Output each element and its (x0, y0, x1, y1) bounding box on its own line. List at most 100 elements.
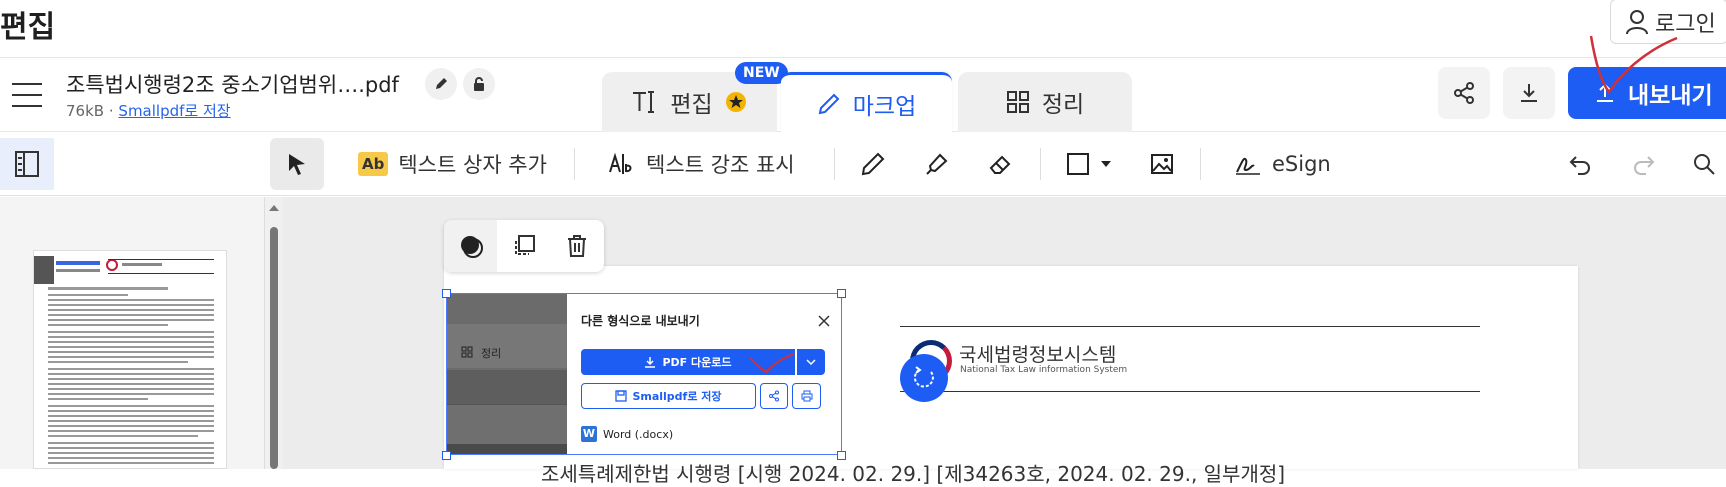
close-icon[interactable] (817, 314, 831, 328)
meta-separator: · (108, 102, 114, 120)
download-pdf-label: PDF 다운로드 (662, 356, 732, 369)
page-thumbnail[interactable] (33, 250, 227, 469)
search-button[interactable] (1692, 138, 1716, 190)
tab-markup-label: 마크업 (852, 93, 917, 120)
undo-button[interactable] (1568, 138, 1592, 190)
share-icon (1454, 82, 1474, 104)
highlight-text-button[interactable]: 텍스트 강조 표시 (608, 138, 795, 190)
esign-label: eSign (1272, 152, 1331, 176)
download-icon (645, 357, 656, 368)
resize-handle-top-left[interactable] (442, 289, 451, 298)
top-bar: 편집 로그인 (0, 0, 1726, 58)
square-shape-icon (1067, 153, 1089, 175)
chevron-down-icon (1101, 161, 1111, 167)
share-icon (769, 390, 779, 402)
tab-edit-label: 편집 (670, 92, 713, 118)
delete-button[interactable] (550, 220, 603, 272)
image-object-toolbar (444, 220, 604, 272)
word-option[interactable]: W Word (.docx) (581, 426, 673, 442)
tab-organize[interactable]: 정리 (958, 72, 1132, 132)
select-tool-button[interactable] (270, 138, 324, 190)
color-fill-icon (460, 236, 483, 258)
word-option-label: Word (.docx) (603, 427, 674, 441)
sidebar-panel-icon (15, 151, 39, 177)
pencil-tool-button[interactable] (860, 138, 886, 190)
save-smallpdf-label: Smallpdf로 저장 (632, 390, 722, 403)
duplicate-button[interactable] (497, 220, 550, 272)
new-badge: NEW (735, 62, 788, 84)
export-dialog: 다른 형식으로 내보내기 PDF 다운로드 Smallpdf로 저장 W Wor… (567, 294, 841, 454)
share-button[interactable] (1438, 67, 1490, 119)
search-icon (1694, 154, 1715, 175)
printer-icon (801, 390, 812, 402)
dialog-share-button[interactable] (760, 383, 788, 409)
duplicate-icon (514, 235, 535, 255)
scrollbar-thumb[interactable] (270, 227, 278, 469)
ab-textbox-icon: Ab (358, 152, 389, 176)
eraser-tool-button[interactable] (988, 138, 1014, 190)
file-size: 76kB (66, 102, 105, 120)
lock-icon[interactable] (463, 68, 495, 100)
file-header: 조특법시행령2조 중소기업범위….pdf 76kB · Smallpdf로 저장… (0, 58, 1726, 132)
highlighter-tool-button[interactable] (924, 138, 950, 190)
eraser-icon (989, 155, 1011, 174)
toggle-sidebar-button[interactable] (0, 138, 54, 190)
redo-button[interactable] (1632, 138, 1656, 190)
header-rule-bottom (900, 391, 1480, 392)
download-icon (1521, 84, 1537, 102)
grid-icon (461, 346, 473, 358)
star-badge-icon (725, 92, 746, 112)
save-smallpdf-button[interactable]: Smallpdf로 저장 (581, 383, 756, 409)
resize-handle-bottom-left[interactable] (442, 451, 451, 460)
shape-tool-button[interactable] (1066, 138, 1112, 190)
red-checkmark-annotation (1589, 35, 1678, 95)
pencil-draw-icon (861, 152, 885, 176)
file-meta: 76kB · Smallpdf로 저장 (66, 100, 231, 121)
header-rule-top (900, 326, 1480, 327)
add-textbox-button[interactable]: Ab 텍스트 상자 추가 (358, 138, 547, 190)
add-textbox-label: 텍스트 상자 추가 (398, 153, 547, 177)
text-cursor-icon (633, 91, 655, 113)
insert-image-button[interactable] (1150, 138, 1174, 190)
highlighter-icon (926, 153, 948, 175)
dialog-print-button[interactable] (792, 383, 821, 409)
scroll-up-arrow-icon[interactable] (265, 201, 283, 215)
image-icon (1151, 154, 1173, 174)
toolbar-divider (834, 148, 835, 180)
cursor-arrow-icon (289, 154, 305, 175)
red-checkmark-annotation (749, 353, 795, 374)
chevron-down-icon (806, 359, 816, 365)
esign-button[interactable]: eSign (1234, 138, 1331, 190)
highlight-text-label: 텍스트 강조 표시 (646, 153, 795, 177)
text-highlight-icon (609, 152, 632, 174)
sidebar-scrollbar[interactable] (265, 197, 283, 469)
undo-icon (1569, 156, 1590, 175)
screenshot-background-panel: 정리 (447, 294, 569, 454)
resize-handle-top-right[interactable] (837, 289, 846, 298)
word-doc-icon: W (581, 426, 597, 442)
save-to-smallpdf-link[interactable]: Smallpdf로 저장 (118, 102, 230, 120)
file-name: 조특법시행령2조 중소기업범위….pdf (66, 73, 399, 97)
document-body-line: 조세특례제한법 시행령 [시행 2024. 02. 29.] [제34263호,… (541, 462, 1286, 486)
nts-logo-subtitle: National Tax Law information System (960, 365, 1128, 375)
grid-icon (1006, 91, 1029, 113)
toolbar-divider (574, 148, 575, 180)
app-title: 편집 (0, 10, 56, 45)
trash-icon (567, 235, 586, 257)
redo-icon (1634, 156, 1655, 175)
tab-markup[interactable]: 마크업 (781, 72, 952, 132)
nts-logo-title: 국세법령정보시스템 (959, 344, 1117, 366)
markup-toolbar: Ab 텍스트 상자 추가 텍스트 강조 표시 eSign (0, 132, 1726, 196)
resize-handle-bottom-right[interactable] (837, 451, 846, 460)
image-color-button[interactable] (444, 220, 497, 272)
toolbar-divider (1200, 148, 1201, 180)
hamburger-menu-icon[interactable] (12, 83, 42, 107)
download-options-dropdown[interactable] (797, 349, 825, 375)
pencil-icon (818, 93, 840, 114)
rotate-button[interactable] (900, 354, 948, 402)
tab-organize-label: 정리 (1041, 92, 1085, 118)
download-button[interactable] (1503, 67, 1555, 119)
rename-pencil-icon[interactable] (425, 68, 457, 100)
toolbar-divider (1040, 148, 1041, 180)
export-dialog-title: 다른 형식으로 내보내기 (581, 314, 700, 328)
